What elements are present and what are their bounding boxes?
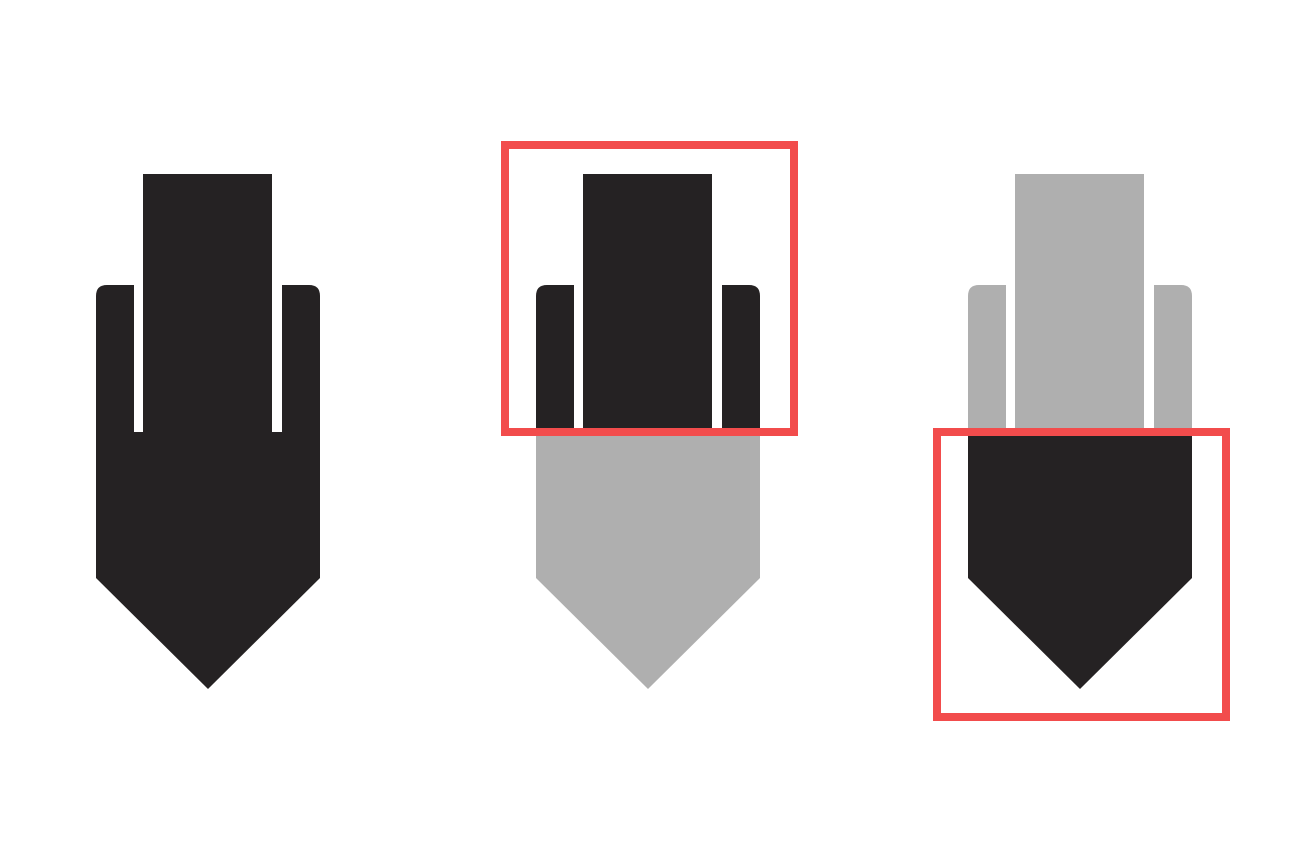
left-shoulder-shape bbox=[968, 285, 1006, 428]
right-shoulder-shape bbox=[722, 285, 760, 428]
left-shoulder-shape bbox=[96, 285, 134, 428]
figure-full-icon bbox=[96, 174, 320, 689]
left-shoulder-shape bbox=[536, 285, 574, 428]
arrow-point-shape bbox=[96, 428, 320, 689]
arrow-point-shape bbox=[536, 428, 760, 689]
icon-decomposition-diagram bbox=[96, 141, 1230, 721]
right-shoulder-shape bbox=[1154, 285, 1192, 428]
diagram-canvas bbox=[0, 0, 1296, 864]
figure-top-part-highlighted bbox=[501, 141, 798, 689]
right-notch-gap bbox=[272, 285, 282, 432]
center-bar-shape bbox=[1015, 174, 1144, 428]
right-shoulder-shape bbox=[282, 285, 320, 428]
figure-bottom-part-highlighted bbox=[933, 174, 1230, 721]
left-notch-gap bbox=[134, 285, 143, 432]
arrow-point-shape bbox=[968, 428, 1192, 689]
center-bar-shape bbox=[583, 174, 712, 428]
center-bar-fill bbox=[143, 174, 272, 434]
